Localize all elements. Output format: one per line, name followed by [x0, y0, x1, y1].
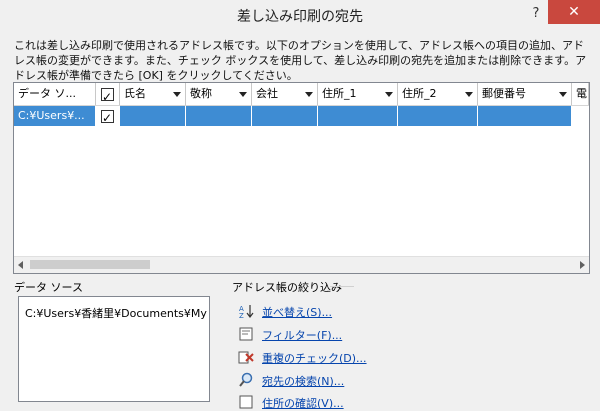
col-header-postal-code[interactable]: 郵便番号 — [478, 83, 572, 105]
divider — [330, 286, 354, 287]
col-header-phone[interactable]: 電 — [572, 83, 589, 105]
dialog-title: 差し込み印刷の宛先 — [237, 9, 363, 25]
data-source-list[interactable]: C:¥Users¥香緒里¥Documents¥My — [18, 296, 210, 402]
help-button[interactable]: ? — [526, 4, 546, 24]
validate-address-link[interactable]: 住所の確認(V)... — [262, 395, 344, 411]
col-header-check[interactable] — [96, 83, 120, 105]
data-source-label: データ ソース — [14, 281, 83, 294]
col-header-address1[interactable]: 住所_1 — [318, 83, 398, 105]
title-bar: 差し込み印刷の宛先 ? ✕ — [0, 0, 600, 30]
dropdown-arrow-icon[interactable] — [173, 92, 181, 97]
row-cell-company — [252, 106, 318, 126]
row-cell-name — [120, 106, 186, 126]
col-header-data-source[interactable]: データ ソ... — [14, 83, 96, 105]
recipient-grid[interactable]: データ ソ... 氏名 敬称 会社 住所_1 住所_2 郵便番号 電 C:¥Us… — [13, 82, 590, 274]
scroll-thumb[interactable] — [30, 260, 150, 269]
grid-header: データ ソ... 氏名 敬称 会社 住所_1 住所_2 郵便番号 電 — [14, 83, 589, 106]
dropdown-arrow-icon[interactable] — [559, 92, 567, 97]
row-checkbox[interactable] — [101, 108, 114, 126]
duplicate-check-link[interactable]: 重複のチェック(D)... — [262, 350, 367, 366]
horizontal-scrollbar[interactable] — [14, 256, 589, 273]
sort-icon: A Z — [239, 305, 254, 319]
find-recipient-link[interactable]: 宛先の検索(N)... — [262, 373, 344, 389]
duplicate-check-icon — [238, 351, 254, 364]
filter-icon — [239, 327, 253, 341]
dropdown-arrow-icon[interactable] — [385, 92, 393, 97]
row-cell-address1 — [318, 106, 398, 126]
row-cell-address2 — [398, 106, 478, 126]
row-cell-honorific — [186, 106, 252, 126]
row-data-source: C:¥Users¥... — [14, 106, 96, 126]
col-header-honorific[interactable]: 敬称 — [186, 83, 252, 105]
col-header-name[interactable]: 氏名 — [120, 83, 186, 105]
description-text: これは差し込み印刷で使用されるアドレス帳です。以下のオプションを使用して、アドレ… — [14, 39, 587, 82]
dropdown-arrow-icon[interactable] — [239, 92, 247, 97]
dropdown-arrow-icon[interactable] — [305, 92, 313, 97]
sort-link[interactable]: 並べ替え(S)... — [262, 304, 332, 320]
col-header-company[interactable]: 会社 — [252, 83, 318, 105]
data-source-item[interactable]: C:¥Users¥香緒里¥Documents¥My — [25, 305, 207, 321]
search-icon — [239, 372, 253, 387]
col-header-address2[interactable]: 住所_2 — [398, 83, 478, 105]
table-row[interactable]: C:¥Users¥... — [14, 106, 574, 126]
scroll-left-icon[interactable] — [18, 261, 23, 269]
close-button[interactable]: ✕ — [548, 0, 600, 24]
scroll-right-icon[interactable] — [580, 261, 585, 269]
dropdown-arrow-icon[interactable] — [465, 92, 473, 97]
filter-link[interactable]: フィルター(F)... — [262, 327, 342, 343]
refine-label: アドレス帳の絞り込み — [232, 281, 342, 294]
svg-text:Z: Z — [239, 312, 244, 319]
row-check-cell — [96, 106, 120, 126]
row-cell-postal — [478, 106, 572, 126]
validate-address-icon — [239, 395, 253, 409]
select-all-checkbox[interactable] — [101, 86, 114, 105]
